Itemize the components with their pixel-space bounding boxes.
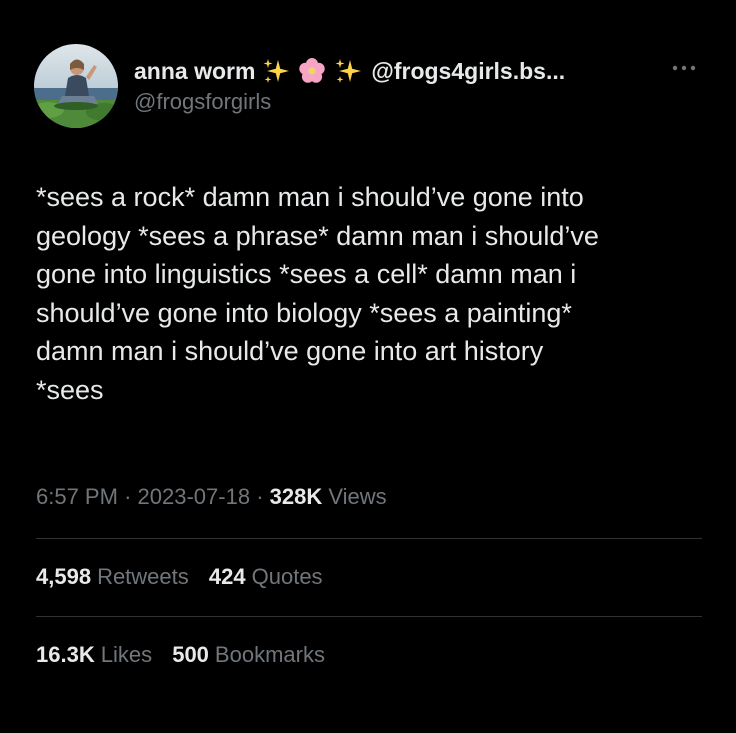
retweets-stat[interactable]: 4,598 Retweets <box>36 564 189 589</box>
tweet-meta: 6:57 PM · 2023-07-18 · 328K Views <box>36 482 387 512</box>
views-count: 328K <box>269 484 323 509</box>
meta-separator: · <box>256 484 264 509</box>
name-row: anna worm @frogs4girls.bs... <box>134 56 694 86</box>
quotes-label: Quotes <box>251 564 323 589</box>
likes-stat[interactable]: 16.3K Likes <box>36 642 152 667</box>
display-name[interactable]: anna worm <box>134 56 255 86</box>
tweet-time[interactable]: 6:57 PM <box>36 484 118 509</box>
likes-count: 16.3K <box>36 642 95 667</box>
divider <box>36 538 702 539</box>
quotes-count: 424 <box>208 564 246 589</box>
retweets-label: Retweets <box>97 564 189 589</box>
bookmarks-label: Bookmarks <box>214 642 325 667</box>
retweets-count: 4,598 <box>36 564 92 589</box>
likes-label: Likes <box>100 642 153 667</box>
sparkles-icon <box>333 56 363 86</box>
name-handle[interactable]: @frogs4girls.bs... <box>371 56 565 86</box>
more-options-icon[interactable] <box>668 58 700 78</box>
bookmarks-count: 500 <box>172 642 209 667</box>
tweet-header: anna worm @frogs4girls.bs... @frogsforgi… <box>134 56 694 116</box>
stats-row-likes: 16.3K Likes 500 Bookmarks <box>36 640 325 670</box>
tweet-date[interactable]: 2023-07-18 <box>138 484 251 509</box>
blossom-icon <box>297 56 327 86</box>
tweet-text: *sees a rock* damn man i should’ve gone … <box>36 182 599 405</box>
stats-row-shares: 4,598 Retweets 424 Quotes <box>36 562 323 592</box>
tweet-detail: anna worm @frogs4girls.bs... @frogsforgi… <box>0 0 736 733</box>
divider <box>36 616 702 617</box>
avatar-photo <box>34 44 118 128</box>
avatar[interactable] <box>34 44 118 128</box>
bookmarks-stat[interactable]: 500 Bookmarks <box>172 642 325 667</box>
views-label: Views <box>328 484 387 509</box>
quotes-stat[interactable]: 424 Quotes <box>209 564 323 589</box>
user-handle[interactable]: @frogsforgirls <box>134 88 694 116</box>
sparkles-icon <box>261 56 291 86</box>
meta-separator: · <box>124 484 132 509</box>
